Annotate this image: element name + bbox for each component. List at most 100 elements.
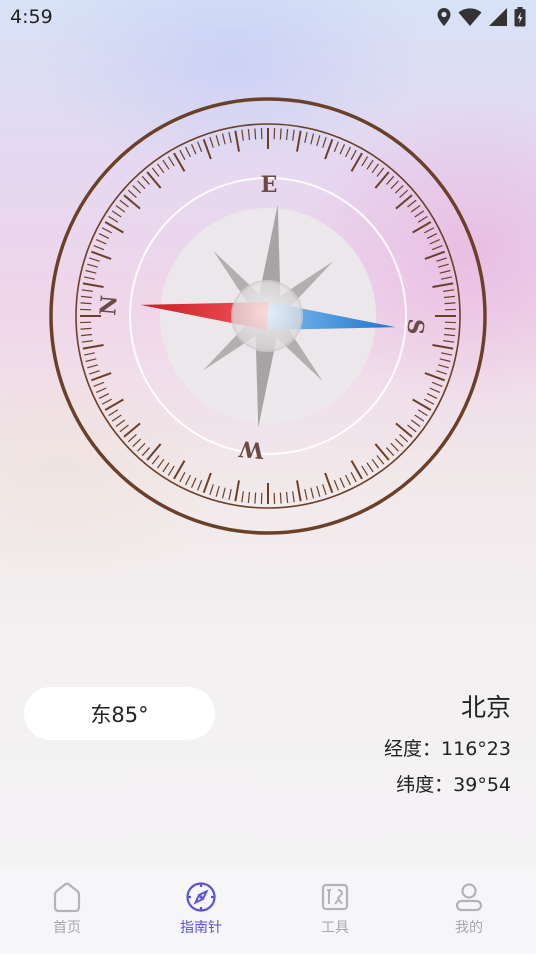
compass-tick — [81, 289, 93, 292]
compass-tick — [162, 462, 170, 473]
compass-tick — [80, 327, 92, 330]
compass-tick — [296, 480, 302, 502]
compass-tick — [215, 135, 220, 147]
compass-tick — [444, 327, 456, 330]
compass-tick — [115, 205, 126, 213]
compass-tick — [80, 333, 93, 337]
tab-home[interactable]: 首页 — [0, 880, 134, 937]
tab-mine-label: 我的 — [455, 920, 483, 936]
compass-tick — [426, 393, 438, 399]
longitude-text: 经度：116°23 — [384, 738, 511, 760]
compass-tick — [241, 129, 244, 141]
compass-tick — [98, 233, 110, 239]
compass-tick — [89, 257, 100, 262]
compass-tick — [119, 424, 129, 433]
compass-tick — [132, 438, 142, 448]
compass-tick — [209, 484, 214, 495]
compass-letter-w: W — [238, 435, 266, 463]
compass-tick — [167, 156, 175, 167]
compass-tick — [157, 458, 165, 469]
tab-mine[interactable]: 我的 — [402, 880, 536, 937]
compass-tick — [333, 141, 339, 153]
compass-tick — [141, 175, 151, 185]
compass-tick — [215, 485, 220, 497]
compass-tick — [111, 210, 122, 218]
compass-tick — [399, 433, 409, 443]
tab-tools[interactable]: 工具 — [268, 880, 402, 937]
compass-tick — [350, 472, 357, 483]
compass-tick — [197, 479, 203, 491]
compass-tick — [345, 474, 351, 486]
compass-tick — [310, 133, 315, 145]
compass-tick — [93, 245, 105, 251]
compass-tick — [345, 146, 351, 158]
compass-tick — [436, 257, 447, 262]
compass-tick — [431, 245, 443, 251]
compass-tick — [89, 370, 100, 375]
compass-tick — [376, 455, 385, 465]
compass-tick — [285, 491, 289, 504]
compass-tick — [234, 130, 240, 152]
compass-tick — [228, 489, 232, 501]
compass-tick — [127, 189, 137, 199]
compass-tick — [111, 414, 122, 422]
compass-tick — [374, 443, 390, 461]
compass-tick — [371, 458, 379, 469]
compass-tick — [324, 472, 334, 494]
latitude-text: 纬度：39°54 — [396, 774, 511, 796]
compass-tick — [390, 442, 400, 452]
compass-tick — [439, 269, 451, 274]
compass-tick — [407, 424, 417, 433]
compass-tick — [285, 128, 289, 141]
compass-tick — [374, 171, 390, 189]
compass-icon — [184, 880, 218, 914]
compass-tick — [202, 472, 212, 494]
direction-label: 东85° — [90, 702, 149, 727]
compass-tick — [339, 144, 346, 155]
direction-reading: 东85° — [24, 687, 215, 740]
compass-letter-s: S — [401, 318, 428, 336]
compass-tick — [441, 276, 453, 280]
compass-tick — [115, 419, 126, 427]
tab-compass[interactable]: 指南针 — [134, 880, 268, 937]
status-icons — [436, 7, 526, 27]
compass-tick — [304, 489, 308, 501]
compass-tick — [385, 447, 395, 457]
compass-tick — [322, 137, 327, 148]
compass-tick — [432, 282, 454, 288]
compass-tick — [439, 358, 451, 363]
compass-tick — [436, 370, 447, 375]
compass-tick — [108, 215, 119, 223]
compass-tick — [190, 144, 197, 155]
compass-tick — [441, 352, 453, 356]
compass-tick — [322, 484, 327, 495]
compass-tick — [98, 393, 110, 399]
signal-icon — [488, 7, 508, 27]
compass-letter-n: N — [95, 294, 123, 316]
status-time: 4:59 — [10, 6, 53, 28]
compass-tick — [431, 381, 443, 387]
compass-tick — [83, 352, 95, 356]
tab-home-label: 首页 — [53, 920, 81, 936]
compass-tick — [101, 227, 112, 234]
compass-tick — [443, 333, 456, 337]
compass-tick — [127, 433, 137, 443]
compass-tick — [202, 138, 212, 160]
compass-tick — [141, 447, 151, 457]
compass-tick — [157, 163, 165, 174]
compass-tick — [151, 167, 160, 177]
compass-tick — [394, 438, 404, 448]
compass-tick — [162, 159, 170, 170]
compass-tick — [123, 422, 141, 438]
compass-tick — [437, 364, 449, 369]
compass-tick — [123, 194, 141, 210]
compass-tick — [90, 250, 112, 260]
compass-tick — [179, 472, 186, 483]
compass-tick — [209, 137, 214, 148]
compass-tick — [310, 487, 315, 499]
compass-tick — [101, 398, 112, 405]
wifi-icon — [458, 7, 482, 27]
compass-tick — [83, 276, 95, 280]
location-icon — [436, 7, 452, 27]
compass-tick — [96, 238, 107, 245]
